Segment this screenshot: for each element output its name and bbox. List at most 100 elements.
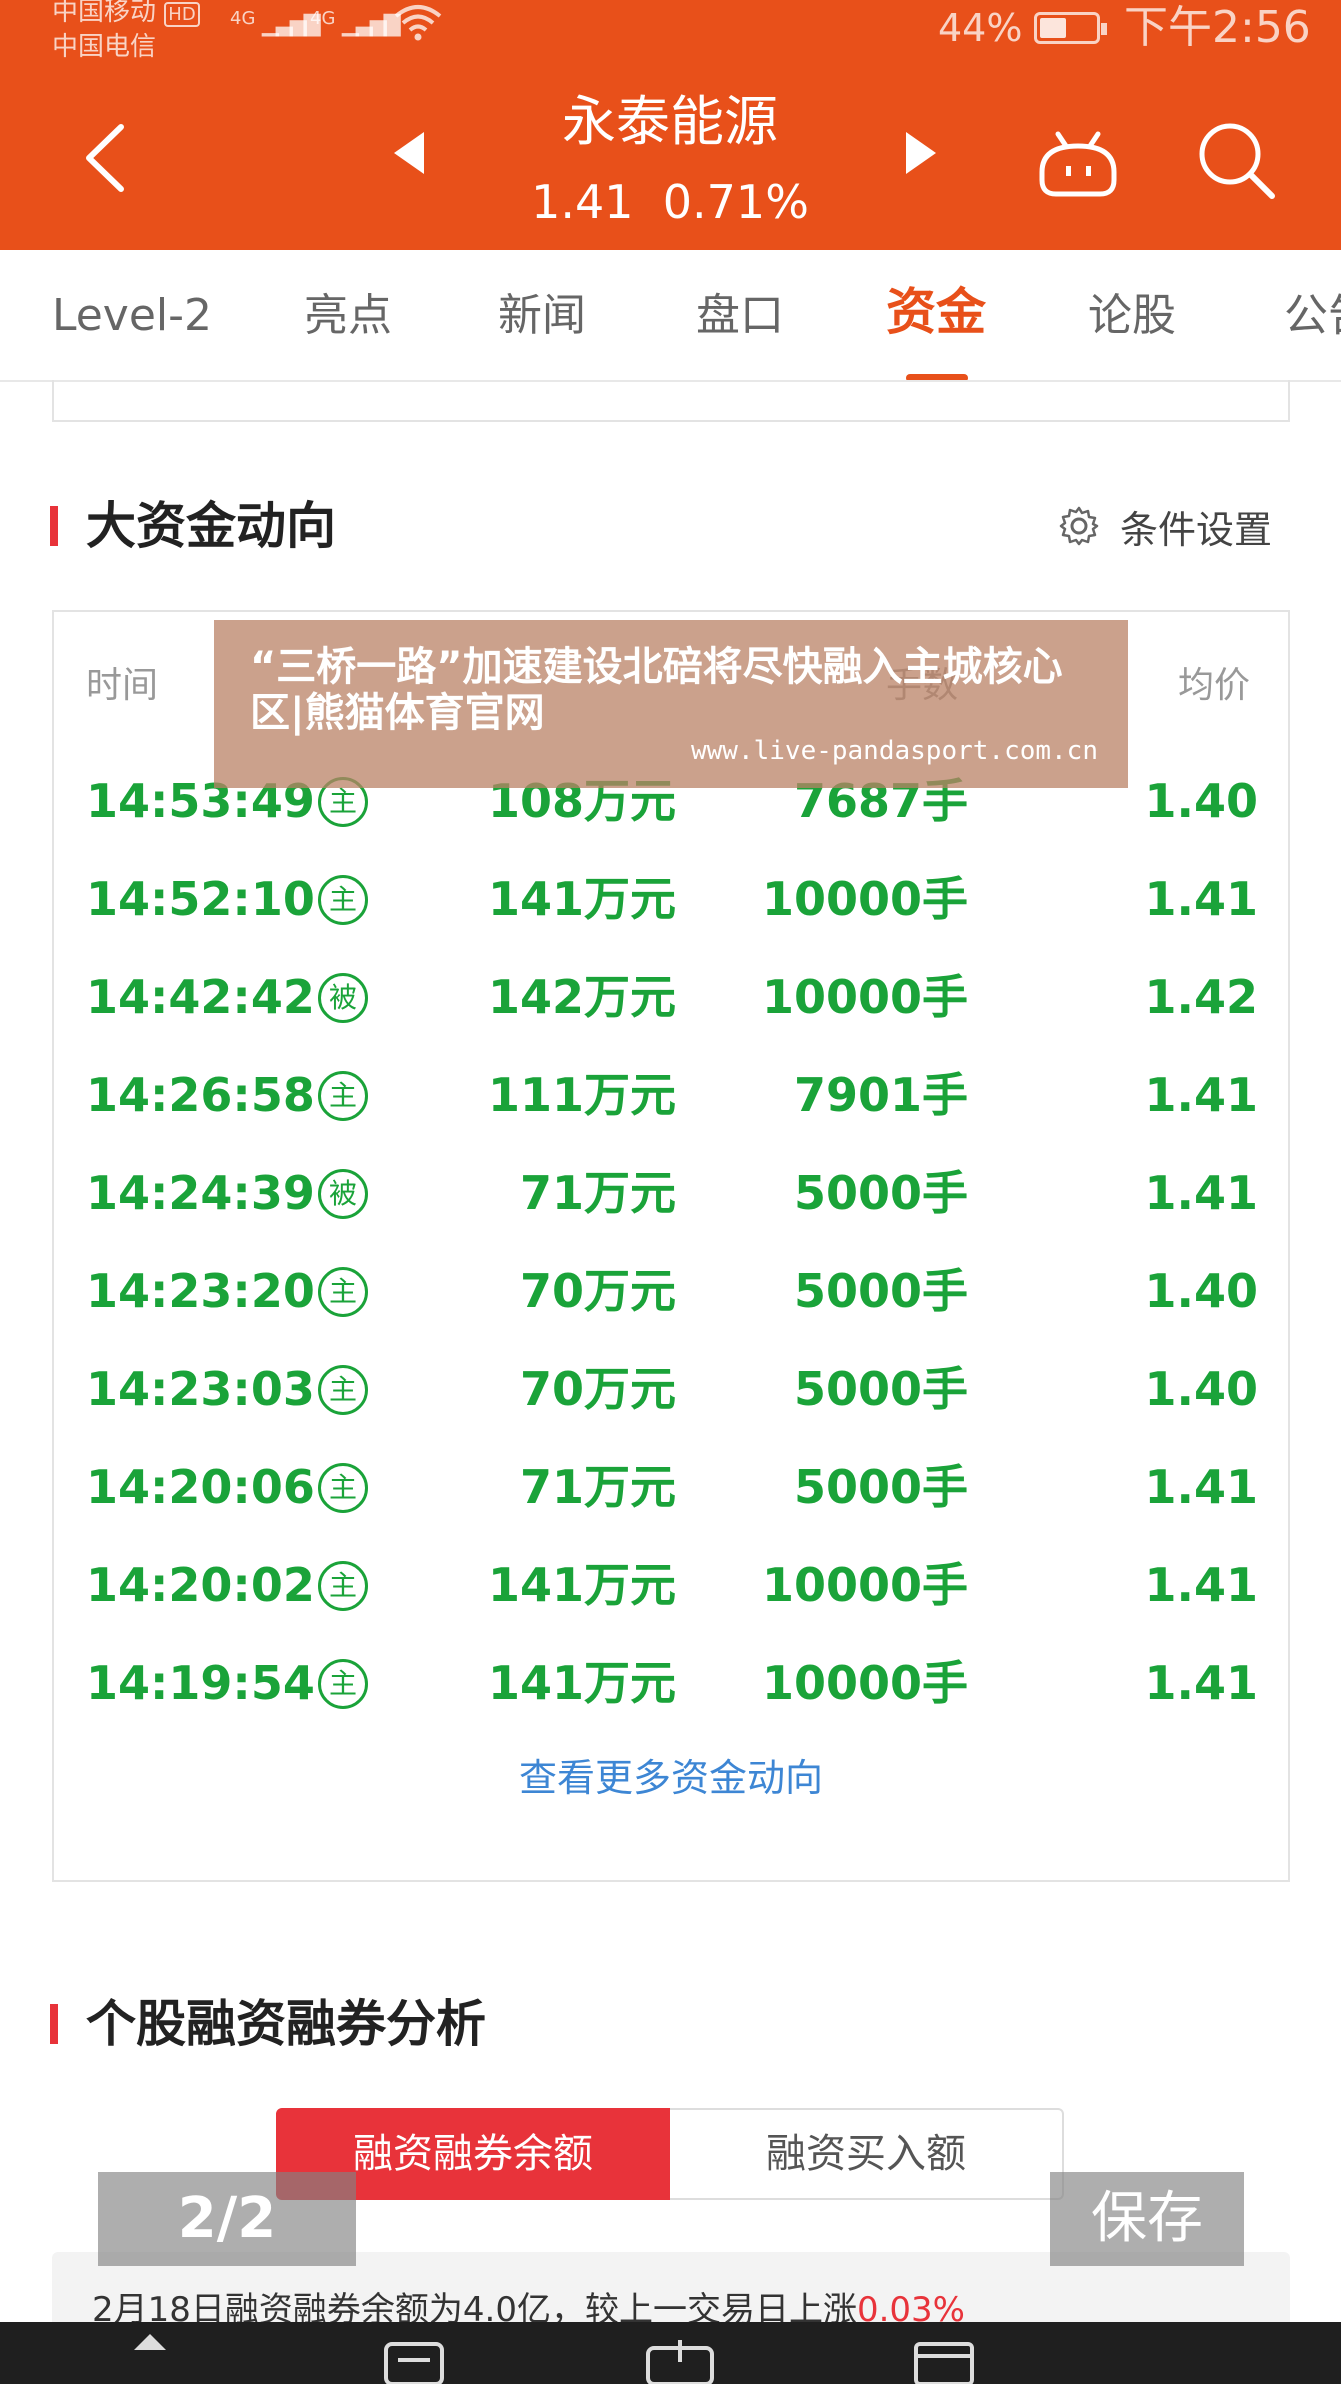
download-icon[interactable] xyxy=(644,2340,716,2384)
row-avg-price: 1.41 xyxy=(1144,1166,1259,1220)
row-volume: 10000手 xyxy=(761,872,968,926)
stock-price-line: 1.41 0.71% xyxy=(470,174,870,230)
table-row[interactable]: 14:20:02 主 141万元 10000手 1.41 xyxy=(52,1536,1290,1634)
row-amount: 141万元 xyxy=(487,1558,676,1612)
next-icon xyxy=(906,132,936,174)
expand-up-icon[interactable] xyxy=(130,2332,170,2356)
row-type-badge: 主 xyxy=(318,1365,368,1415)
table-row[interactable]: 14:26:58 主 111万元 7901手 1.41 xyxy=(52,1046,1290,1144)
big-money-title: 大资金动向 xyxy=(86,497,336,555)
row-time: 14:19:54 xyxy=(86,1656,315,1710)
watermark-title: “三桥一路”加速建设北碚将尽快融入主城核心区|熊猫体育官网 xyxy=(250,644,1063,736)
app-header: 永泰能源 1.41 0.71% xyxy=(0,68,1341,250)
stock-change: 0.71% xyxy=(662,175,809,229)
section-accent-bar xyxy=(50,506,58,546)
row-amount: 141万元 xyxy=(487,872,676,926)
back-button[interactable] xyxy=(70,118,140,198)
status-bar: 中国移动 HD 中国电信 4G ▁▃▅▇ 4G ▁▃▅▇ 44% 下午2:56 xyxy=(0,0,1341,68)
row-type-badge: 主 xyxy=(318,875,368,925)
more-money-flow-link[interactable]: 查看更多资金动向 xyxy=(52,1748,1290,1808)
section-accent-bar xyxy=(50,2004,58,2044)
row-amount: 71万元 xyxy=(519,1460,676,1514)
document-icon[interactable] xyxy=(382,2340,446,2384)
tab-level2[interactable]: Level-2 xyxy=(52,286,212,346)
table-row[interactable]: 14:23:03 主 70万元 5000手 1.40 xyxy=(52,1340,1290,1438)
bottom-toolbar xyxy=(0,2322,1341,2384)
row-avg-price: 1.40 xyxy=(1144,1362,1259,1416)
row-time: 14:23:20 xyxy=(86,1264,315,1318)
signal-2-label: 4G xyxy=(310,8,336,29)
row-avg-price: 1.41 xyxy=(1144,1656,1259,1710)
tab-bar: Level-2 亮点 新闻 盘口 资金 论股 公告 xyxy=(0,250,1341,382)
tab-highlights[interactable]: 亮点 xyxy=(304,286,392,346)
row-volume: 5000手 xyxy=(793,1264,968,1318)
condition-settings-button[interactable]: 条件设置 xyxy=(1058,496,1272,556)
prev-stock-button[interactable] xyxy=(390,128,440,188)
row-volume: 5000手 xyxy=(793,1166,968,1220)
row-type-badge: 主 xyxy=(318,1561,368,1611)
row-time: 14:42:42 xyxy=(86,970,315,1024)
tab-order-book[interactable]: 盘口 xyxy=(696,286,784,346)
row-volume: 7901手 xyxy=(793,1068,968,1122)
row-time: 14:26:58 xyxy=(86,1068,315,1122)
wifi-icon xyxy=(392,2,444,51)
row-type-badge: 被 xyxy=(318,1169,368,1219)
row-volume: 10000手 xyxy=(761,970,968,1024)
row-amount: 142万元 xyxy=(487,970,676,1024)
row-avg-price: 1.40 xyxy=(1144,1264,1259,1318)
row-time: 14:20:06 xyxy=(86,1460,315,1514)
tab-news[interactable]: 新闻 xyxy=(498,286,586,346)
header-avg-price: 均价 xyxy=(1178,665,1251,706)
back-icon xyxy=(86,124,124,192)
condition-settings-label: 条件设置 xyxy=(1120,507,1273,552)
row-amount: 111万元 xyxy=(487,1068,676,1122)
row-avg-price: 1.41 xyxy=(1144,1460,1259,1514)
row-avg-price: 1.41 xyxy=(1144,1558,1259,1612)
robot-assistant-button[interactable] xyxy=(1036,124,1120,200)
table-row[interactable]: 14:52:10 主 141万元 10000手 1.41 xyxy=(52,850,1290,948)
robot-icon xyxy=(1039,131,1117,197)
table-row[interactable]: 14:23:20 主 70万元 5000手 1.40 xyxy=(52,1242,1290,1340)
signal-bars-2-icon: ▁▃▅▇ xyxy=(342,12,401,37)
tab-margin-buy-amount[interactable]: 融资买入额 xyxy=(670,2108,1064,2200)
row-type-badge: 主 xyxy=(318,1463,368,1513)
tab-discussion[interactable]: 论股 xyxy=(1088,286,1176,346)
row-avg-price: 1.41 xyxy=(1144,872,1259,926)
row-avg-price: 1.42 xyxy=(1144,970,1259,1024)
save-button[interactable]: 保存 xyxy=(1050,2172,1244,2266)
row-type-badge: 被 xyxy=(318,973,368,1023)
carrier-2: 中国电信 xyxy=(52,32,157,62)
window-icon[interactable] xyxy=(912,2340,976,2384)
carrier-1: 中国移动 HD xyxy=(52,0,200,27)
next-stock-button[interactable] xyxy=(900,128,950,188)
row-type-badge: 主 xyxy=(318,1659,368,1709)
row-amount: 71万元 xyxy=(519,1166,676,1220)
status-time: 下午2:56 xyxy=(1124,2,1311,53)
table-row[interactable]: 14:20:06 主 71万元 5000手 1.41 xyxy=(52,1438,1290,1536)
row-amount: 70万元 xyxy=(519,1264,676,1318)
watermark-overlay: “三桥一路”加速建设北碚将尽快融入主城核心区|熊猫体育官网 www.live-p… xyxy=(214,620,1128,788)
row-avg-price: 1.41 xyxy=(1144,1068,1259,1122)
search-button[interactable] xyxy=(1196,120,1278,202)
tab-funds[interactable]: 资金 xyxy=(886,282,986,342)
row-volume: 5000手 xyxy=(793,1460,968,1514)
row-amount: 141万元 xyxy=(487,1656,676,1710)
row-avg-price: 1.40 xyxy=(1144,774,1259,828)
stock-name: 永泰能源 xyxy=(562,90,778,153)
previous-card-bottom xyxy=(52,380,1290,422)
tab-announcements[interactable]: 公告 xyxy=(1284,286,1341,346)
row-time: 14:23:03 xyxy=(86,1362,315,1416)
table-row[interactable]: 14:19:54 主 141万元 10000手 1.41 xyxy=(52,1634,1290,1732)
table-row[interactable]: 14:24:39 被 71万元 5000手 1.41 xyxy=(52,1144,1290,1242)
gear-icon xyxy=(1059,506,1099,546)
watermark-url: www.live-pandasport.com.cn xyxy=(691,736,1098,766)
hd-badge: HD xyxy=(164,2,200,27)
stock-price: 1.41 xyxy=(531,175,634,229)
signal-1-label: 4G xyxy=(230,8,256,29)
margin-title: 个股融资融券分析 xyxy=(86,1995,486,2053)
row-amount: 70万元 xyxy=(519,1362,676,1416)
header-time: 时间 xyxy=(86,665,159,706)
search-icon xyxy=(1199,123,1275,199)
table-row[interactable]: 14:42:42 被 142万元 10000手 1.42 xyxy=(52,948,1290,1046)
row-type-badge: 主 xyxy=(318,1071,368,1121)
